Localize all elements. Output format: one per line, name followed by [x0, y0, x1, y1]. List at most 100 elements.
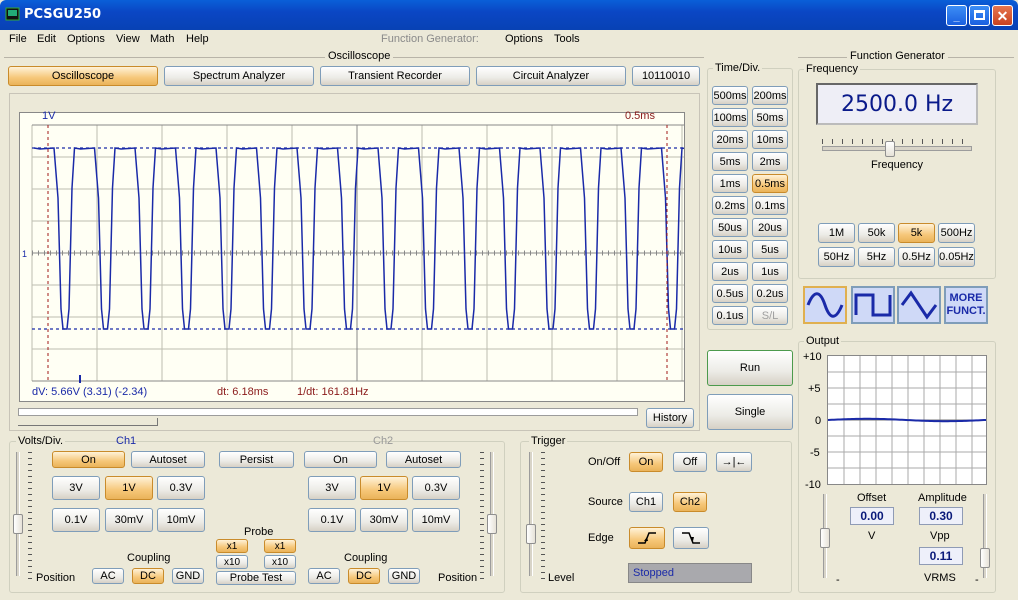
trigger-on-button[interactable]: On [629, 452, 663, 472]
frequency-slider-track[interactable] [822, 146, 972, 151]
title-bar[interactable] [0, 0, 1018, 30]
ch1-0.1v-button[interactable]: 0.1V [52, 508, 100, 532]
menu-fg-tools[interactable]: Tools [554, 33, 580, 45]
history-button[interactable]: History [646, 408, 694, 428]
ch1-autoset-button[interactable]: Autoset [131, 451, 205, 468]
ch2-coupling-ac[interactable]: AC [308, 568, 340, 584]
menu-fg-options[interactable]: Options [505, 33, 543, 45]
timediv-button-5ms[interactable]: 5ms [712, 152, 748, 171]
timediv-button-0.5us[interactable]: 0.5us [712, 284, 748, 303]
timediv-button-500ms[interactable]: 500ms [712, 86, 748, 105]
tab-oscilloscope[interactable]: Oscilloscope [8, 66, 158, 86]
tab-circuit-analyzer[interactable]: Circuit Analyzer [476, 66, 626, 86]
tab-spectrum-analyzer[interactable]: Spectrum Analyzer [164, 66, 314, 86]
ch1-0.3v-button[interactable]: 0.3V [157, 476, 205, 500]
ch2-30mv-button[interactable]: 30mV [360, 508, 408, 532]
timediv-button-0.1us[interactable]: 0.1us [712, 306, 748, 325]
ch1-coupling-dc[interactable]: DC [132, 568, 164, 584]
ch2-coupling-gnd[interactable]: GND [388, 568, 420, 584]
trigger-off-button[interactable]: Off [673, 452, 707, 472]
timediv-button-2us[interactable]: 2us [712, 262, 748, 281]
ch1-30mv-button[interactable]: 30mV [105, 508, 153, 532]
trigger-source-ch1[interactable]: Ch1 [629, 492, 663, 512]
menu-math[interactable]: Math [150, 33, 174, 45]
fg-range-1m[interactable]: 1M [818, 223, 855, 243]
run-button[interactable]: Run [707, 350, 793, 386]
probe-test-button[interactable]: Probe Test [216, 571, 296, 585]
trigger-source-ch2[interactable]: Ch2 [673, 492, 707, 512]
ch2-10mv-button[interactable]: 10mV [412, 508, 460, 532]
ch2-3v-button[interactable]: 3V [308, 476, 356, 500]
tab-transient-recorder[interactable]: Transient Recorder [320, 66, 470, 86]
fg-range-50k[interactable]: 50k [858, 223, 895, 243]
timediv-button-0.1ms[interactable]: 0.1ms [752, 196, 788, 215]
sine-wave-icon[interactable] [803, 286, 847, 324]
rising-edge-icon[interactable] [629, 527, 665, 549]
minimize-icon[interactable]: _ [946, 5, 967, 26]
fg-range-5k[interactable]: 5k [898, 223, 935, 243]
timediv-button-5us[interactable]: 5us [752, 240, 788, 259]
ch2-on-button[interactable]: On [304, 451, 377, 468]
timediv-button-20us[interactable]: 20us [752, 218, 788, 237]
ch1-position-thumb[interactable] [13, 514, 23, 534]
amplitude-value[interactable]: 0.30 [919, 507, 963, 525]
fg-range-50hz[interactable]: 50Hz [818, 247, 855, 267]
square-wave-icon[interactable] [851, 286, 895, 324]
timediv-button-1us[interactable]: 1us [752, 262, 788, 281]
timediv-button-20ms[interactable]: 20ms [712, 130, 748, 149]
trigger-marker[interactable] [79, 375, 81, 383]
horizontal-scroll-thumb[interactable] [18, 418, 158, 426]
trigger-level-track[interactable] [529, 452, 533, 576]
ch1-1v-button[interactable]: 1V [105, 476, 153, 500]
timediv-button-sl[interactable]: S/L [752, 306, 788, 325]
fg-range-5hz[interactable]: 5Hz [858, 247, 895, 267]
timediv-button-10ms[interactable]: 10ms [752, 130, 788, 149]
ch1-coupling-ac[interactable]: AC [92, 568, 124, 584]
timediv-button-0.5ms[interactable]: 0.5ms [752, 174, 788, 193]
ch1-probe-x1[interactable]: x1 [216, 539, 248, 553]
trigger-center-icon[interactable]: →|← [716, 452, 752, 472]
scope-plot[interactable] [20, 113, 724, 401]
ch2-probe-x10[interactable]: x10 [264, 555, 296, 569]
timediv-button-200ms[interactable]: 200ms [752, 86, 788, 105]
single-button[interactable]: Single [707, 394, 793, 430]
ch2-0.1v-button[interactable]: 0.1V [308, 508, 356, 532]
menu-file[interactable]: File [9, 33, 27, 45]
ch1-probe-x10[interactable]: x10 [216, 555, 248, 569]
maximize-icon[interactable] [969, 5, 990, 26]
timediv-button-1ms[interactable]: 1ms [712, 174, 748, 193]
trigger-level-thumb[interactable] [526, 524, 536, 544]
more-functions-button[interactable]: MORE FUNCT. [944, 286, 988, 324]
timediv-button-100ms[interactable]: 100ms [712, 108, 748, 127]
close-icon[interactable]: ✕ [992, 5, 1013, 26]
horizontal-scroll-track[interactable] [18, 408, 638, 416]
frequency-slider-thumb[interactable] [885, 141, 895, 157]
ch1-on-button[interactable]: On [52, 451, 125, 468]
fg-range-0.5hz[interactable]: 0.5Hz [898, 247, 935, 267]
menu-help[interactable]: Help [186, 33, 209, 45]
scope-screen[interactable] [19, 112, 724, 402]
ch2-coupling-dc[interactable]: DC [348, 568, 380, 584]
timediv-button-0.2ms[interactable]: 0.2ms [712, 196, 748, 215]
tab-logic[interactable]: 10110010 [632, 66, 700, 86]
timediv-button-0.2us[interactable]: 0.2us [752, 284, 788, 303]
menu-options[interactable]: Options [67, 33, 105, 45]
ch2-0.3v-button[interactable]: 0.3V [412, 476, 460, 500]
timediv-button-50us[interactable]: 50us [712, 218, 748, 237]
offset-value[interactable]: 0.00 [850, 507, 894, 525]
offset-slider-thumb[interactable] [820, 528, 830, 548]
ch2-position-thumb[interactable] [487, 514, 497, 534]
falling-edge-icon[interactable] [673, 527, 709, 549]
ch1-10mv-button[interactable]: 10mV [157, 508, 205, 532]
timediv-button-50ms[interactable]: 50ms [752, 108, 788, 127]
fg-range-0.05hz[interactable]: 0.05Hz [938, 247, 975, 267]
triangle-wave-icon[interactable] [897, 286, 941, 324]
timediv-button-10us[interactable]: 10us [712, 240, 748, 259]
ch1-coupling-gnd[interactable]: GND [172, 568, 204, 584]
ch2-probe-x1[interactable]: x1 [264, 539, 296, 553]
fg-range-500hz[interactable]: 500Hz [938, 223, 975, 243]
ch2-1v-button[interactable]: 1V [360, 476, 408, 500]
ch1-3v-button[interactable]: 3V [52, 476, 100, 500]
persist-button[interactable]: Persist [219, 451, 294, 468]
menu-edit[interactable]: Edit [37, 33, 56, 45]
